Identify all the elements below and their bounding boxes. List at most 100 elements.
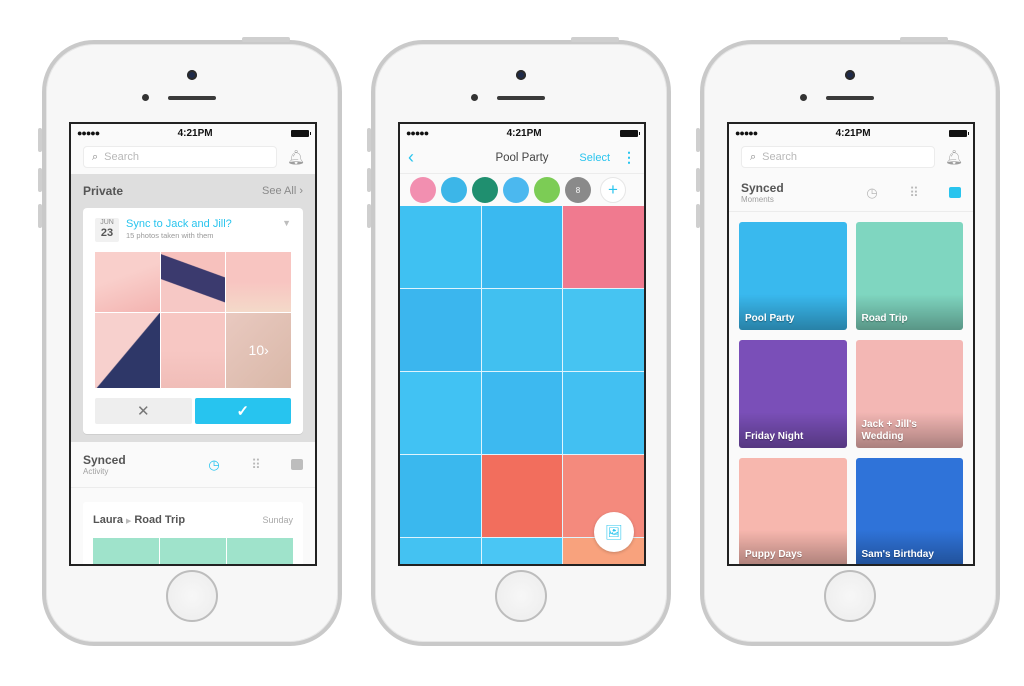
- add-photo-icon: 🖼︎: [605, 523, 623, 540]
- volume-up-button: [38, 168, 42, 192]
- activity-title: Laura ▶ Road Trip: [93, 514, 185, 526]
- search-placeholder: Search: [762, 151, 798, 163]
- front-camera: [187, 70, 197, 80]
- photo-thumbnail[interactable]: [400, 538, 481, 564]
- clock-icon[interactable]: ◷: [865, 185, 879, 201]
- notifications-bell-icon[interactable]: 🔔︎: [943, 149, 965, 166]
- battery-icon: [619, 129, 640, 137]
- phone-album-view: ●●●●● 4:21PM ‹ Pool Party Select ⋮ 8 + 🖼︎: [367, 37, 671, 646]
- album-icon[interactable]: [949, 187, 961, 198]
- view-tabs: ◷ ⠿: [207, 457, 303, 473]
- photo-thumbnail[interactable]: [95, 252, 160, 312]
- moment-tile[interactable]: Sam's Birthday: [855, 458, 963, 564]
- more-options-icon[interactable]: ⋮: [622, 149, 636, 166]
- search-input[interactable]: ⌕ Search: [83, 146, 277, 168]
- member-avatar[interactable]: [503, 177, 529, 203]
- date-badge: JUN 23: [95, 218, 119, 242]
- photo-thumbnail[interactable]: [160, 538, 226, 564]
- moment-tile[interactable]: Puppy Days: [739, 458, 847, 564]
- home-button: [495, 570, 547, 622]
- moment-tile[interactable]: Friday Night: [739, 340, 847, 448]
- front-camera: [845, 70, 855, 80]
- home-button: [824, 570, 876, 622]
- photo-thumbnail[interactable]: [563, 289, 644, 371]
- member-avatar[interactable]: [534, 177, 560, 203]
- member-avatar[interactable]: [472, 177, 498, 203]
- member-avatar[interactable]: [410, 177, 436, 203]
- more-photos-tile[interactable]: 10›: [226, 312, 291, 388]
- synced-subtitle: Moments: [741, 195, 774, 204]
- synced-title: Synced: [741, 181, 784, 195]
- photo-thumbnail[interactable]: [400, 206, 481, 288]
- grid-icon[interactable]: ⠿: [249, 457, 263, 473]
- photo-thumbnail[interactable]: [226, 252, 291, 312]
- moment-label: Friday Night: [745, 431, 804, 442]
- see-all-link[interactable]: See All ›: [262, 185, 303, 197]
- battery-icon: [948, 129, 969, 137]
- photo-thumbnail[interactable]: [481, 372, 563, 454]
- moment-tile[interactable]: Jack + Jill's Wedding: [855, 340, 963, 448]
- photo-thumbnail[interactable]: [481, 289, 563, 371]
- photo-thumbnail[interactable]: [400, 455, 481, 537]
- dropdown-caret-icon[interactable]: ▼: [282, 218, 291, 228]
- select-button[interactable]: Select: [579, 152, 610, 164]
- photo-thumbnail[interactable]: [400, 289, 481, 371]
- moment-tile[interactable]: Pool Party: [739, 222, 847, 330]
- checkmark-icon: ✓: [236, 403, 250, 420]
- photo-thumbnail[interactable]: [563, 206, 644, 288]
- photo-thumbnail[interactable]: [400, 372, 481, 454]
- proximity-sensor: [800, 94, 807, 101]
- decline-button[interactable]: ✕: [95, 398, 192, 424]
- screen: ●●●●● 4:21PM ⌕ Search 🔔︎ Private See All…: [69, 122, 317, 566]
- search-icon: ⌕: [750, 150, 757, 163]
- phone-private-view: ●●●●● 4:21PM ⌕ Search 🔔︎ Private See All…: [38, 37, 342, 646]
- album-icon[interactable]: [291, 459, 303, 470]
- moment-label: Jack + Jill's Wedding: [861, 419, 917, 442]
- volume-up-button: [367, 168, 371, 192]
- signal-icon: ●●●●●: [735, 128, 758, 138]
- add-member-button[interactable]: +: [600, 177, 626, 203]
- status-bar: ●●●●● 4:21PM: [71, 124, 315, 142]
- album-nav-bar: ‹ Pool Party Select ⋮: [400, 142, 644, 174]
- photo-thumbnail[interactable]: [95, 312, 160, 388]
- notifications-bell-icon[interactable]: 🔔︎: [285, 149, 307, 166]
- back-chevron-icon[interactable]: ‹: [408, 147, 414, 168]
- activity-from: Laura: [93, 514, 123, 526]
- photo-thumbnail[interactable]: [160, 252, 226, 312]
- photo-thumbnail[interactable]: [481, 538, 563, 564]
- photo-thumbnail[interactable]: [160, 312, 226, 388]
- sync-photo-grid: 10›: [95, 252, 291, 388]
- date-day: 23: [100, 227, 114, 239]
- clock-icon[interactable]: ◷: [207, 457, 221, 473]
- mute-switch: [367, 128, 371, 152]
- grid-icon[interactable]: ⠿: [907, 185, 921, 201]
- close-icon: ✕: [136, 403, 150, 420]
- member-avatar[interactable]: 8: [565, 177, 591, 203]
- search-input[interactable]: ⌕ Search: [741, 146, 935, 168]
- status-time: 4:21PM: [835, 127, 871, 139]
- sync-card-header: JUN 23 Sync to Jack and Jill? 15 photos …: [95, 218, 291, 242]
- activity-album: Road Trip: [134, 514, 186, 526]
- moment-tile[interactable]: Road Trip: [855, 222, 963, 330]
- moment-label: Pool Party: [745, 313, 795, 324]
- moments-grid: Pool Party Road Trip Friday Night Jack + Ji…: [729, 212, 973, 564]
- volume-up-button: [696, 168, 700, 192]
- synced-header: Synced Activity ◷ ⠿: [71, 442, 315, 488]
- accept-sync-button[interactable]: ✓: [194, 398, 291, 424]
- search-icon: ⌕: [92, 150, 99, 163]
- photo-thumbnail[interactable]: [481, 455, 563, 537]
- signal-icon: ●●●●●: [77, 128, 100, 138]
- moment-label: Puppy Days: [745, 549, 803, 560]
- member-avatar[interactable]: [441, 177, 467, 203]
- activity-item[interactable]: Laura ▶ Road Trip Sunday: [83, 502, 303, 564]
- status-bar: ●●●●● 4:21PM: [400, 124, 644, 142]
- mute-switch: [696, 128, 700, 152]
- photo-thumbnail[interactable]: [481, 206, 563, 288]
- photo-thumbnail[interactable]: [227, 538, 293, 564]
- home-button: [166, 570, 218, 622]
- add-photo-button[interactable]: 🖼︎: [594, 512, 634, 552]
- synced-subtitle: Activity: [83, 467, 109, 476]
- volume-down-button: [696, 204, 700, 228]
- photo-thumbnail[interactable]: [563, 372, 644, 454]
- photo-thumbnail[interactable]: [93, 538, 159, 564]
